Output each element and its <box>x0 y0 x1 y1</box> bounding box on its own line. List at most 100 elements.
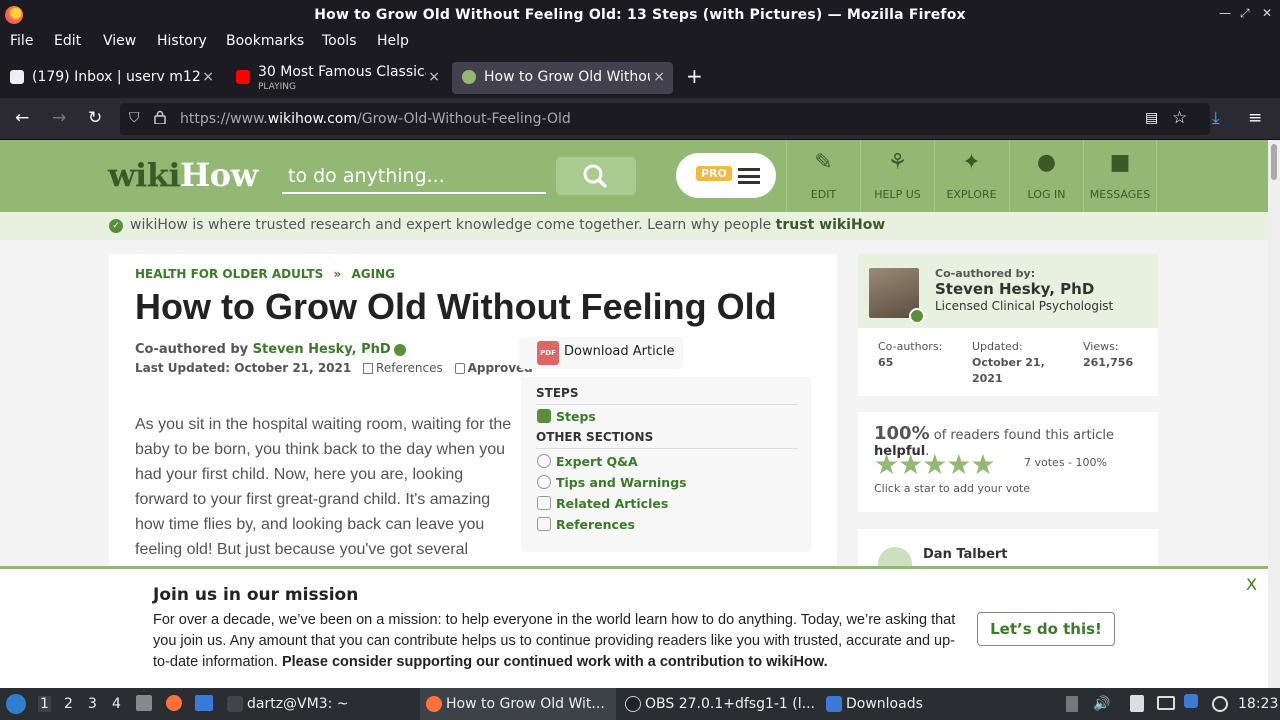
scrollbar-thumb[interactable] <box>1271 144 1277 180</box>
tab-wikihow[interactable]: How to Grow Old Without × <box>452 62 673 94</box>
workspace-2[interactable]: 2 <box>64 696 73 712</box>
display-icon[interactable] <box>1157 696 1175 710</box>
author-link[interactable]: Steven Hesky, PhD <box>253 342 391 357</box>
toc-item-expert-qa[interactable]: Expert Q&A <box>556 454 638 469</box>
breadcrumb-health[interactable]: HEALTH FOR OLDER ADULTS <box>135 267 323 281</box>
stat-label: Views: <box>1083 340 1119 353</box>
page-scrollbar[interactable] <box>1268 140 1280 688</box>
file-manager-icon[interactable] <box>136 695 152 711</box>
compass-icon: ✦ <box>962 150 981 175</box>
nav-log-in[interactable]: ● LOG IN <box>1009 140 1083 212</box>
app-label: dartz@VM3: ~ <box>247 696 349 712</box>
taskbar-app-terminal[interactable]: dartz@VM3: ~ <box>222 688 418 720</box>
tab-label: 30 Most Famous Classica <box>258 64 426 80</box>
tab-playing-label: PLAYING <box>258 82 296 92</box>
close-tab-icon[interactable]: × <box>653 69 665 85</box>
workspace-4[interactable]: 4 <box>112 696 121 712</box>
downloads-icon[interactable]: ⤓ <box>1212 108 1220 128</box>
firefox-launcher-icon[interactable] <box>166 695 182 711</box>
toc-item-steps[interactable]: Steps <box>556 409 596 424</box>
nav-edit[interactable]: ✎ EDIT <box>786 140 860 212</box>
minimize-button[interactable]: — <box>1219 6 1231 20</box>
warning-icon <box>537 475 551 489</box>
breadcrumb-aging[interactable]: AGING <box>351 267 395 281</box>
menu-help[interactable]: Help <box>377 33 409 49</box>
url-bar[interactable]: ⛉ https://www.wikihow.com/Grow-Old-Witho… <box>120 103 1210 135</box>
nav-help-us[interactable]: ⚘ HELP US <box>860 140 934 212</box>
back-button[interactable]: ← <box>15 108 29 128</box>
new-tab-button[interactable]: + <box>686 64 703 88</box>
bookmark-star-icon[interactable]: ☆ <box>1172 108 1187 128</box>
stat-value: 65 <box>878 356 894 369</box>
wikihow-logo[interactable]: wikiHow <box>108 156 258 194</box>
close-tab-icon[interactable]: × <box>202 69 214 85</box>
navigation-bar: ← → ↻ ⛉ https://www.wikihow.com/Grow-Old… <box>0 98 1280 140</box>
pdf-icon: PDF <box>537 341 559 365</box>
app-menu-icon[interactable]: ≡ <box>1248 108 1262 128</box>
menu-bookmarks[interactable]: Bookmarks <box>226 33 304 49</box>
donate-button[interactable]: Let’s do this! <box>977 612 1115 646</box>
lock-icon[interactable] <box>154 110 166 124</box>
update-icon[interactable] <box>1184 694 1198 708</box>
menu-edit[interactable]: Edit <box>54 33 81 49</box>
star-rating[interactable]: ★★★★★ <box>874 448 996 481</box>
network-icon[interactable] <box>1212 696 1228 712</box>
battery-icon[interactable] <box>1066 696 1078 712</box>
last-updated: Last Updated: October 21, 2021 Reference… <box>135 361 533 375</box>
toc-item-tips[interactable]: Tips and Warnings <box>556 475 687 490</box>
volume-icon[interactable]: 🔊 <box>1093 696 1110 712</box>
coauthor-name[interactable]: Steven Hesky, PhD <box>935 280 1094 298</box>
nav-label: EDIT <box>810 188 837 201</box>
menu-file[interactable]: File <box>10 33 33 49</box>
download-label: Download Article <box>564 344 675 359</box>
taskbar-app-obs[interactable]: OBS 27.0.1+dfsg1-1 (l... <box>620 688 816 720</box>
download-article-button[interactable]: PDF Download Article <box>519 337 683 369</box>
references-icon <box>537 517 551 531</box>
url-text[interactable]: https://www.wikihow.com/Grow-Old-Without… <box>180 111 571 127</box>
reader-view-icon[interactable]: ▤ <box>1145 110 1158 126</box>
trust-link[interactable]: trust wikiHow <box>776 217 886 233</box>
youtube-icon <box>236 70 250 84</box>
menu-view[interactable]: View <box>103 33 136 49</box>
search-icon <box>583 164 607 188</box>
trust-text: wikiHow is where trusted research and ex… <box>130 217 885 233</box>
search-button[interactable] <box>556 157 636 195</box>
toc-item-related[interactable]: Related Articles <box>556 496 668 511</box>
workspace-1[interactable]: 1 <box>38 696 51 712</box>
workspace-3[interactable]: 3 <box>88 696 97 712</box>
maximize-button[interactable]: ⤢ <box>1240 6 1250 21</box>
search-input[interactable]: to do anything... <box>282 160 546 194</box>
approved-check-icon <box>454 363 465 374</box>
forward-button[interactable]: → <box>52 108 66 128</box>
mission-banner: Join us in our mission For over a decade… <box>0 566 1268 688</box>
tab-youtube[interactable]: 30 Most Famous Classica PLAYING × <box>226 62 448 94</box>
question-icon <box>537 454 551 468</box>
taskbar-app-downloads[interactable]: Downloads <box>820 688 1016 720</box>
page-title: How to Grow Old Without Feeling Old <box>135 286 777 327</box>
author-avatar[interactable] <box>869 268 925 324</box>
toc-item-references[interactable]: References <box>556 517 635 532</box>
references-link[interactable]: References <box>376 361 443 375</box>
folder-icon <box>826 696 842 712</box>
taskbar-app-firefox[interactable]: How to Grow Old Wit... <box>420 688 616 720</box>
stat-updated: Updated: October 21, 2021 <box>972 339 1062 387</box>
logo-wiki: wiki <box>108 156 181 194</box>
start-menu-icon[interactable] <box>6 694 26 714</box>
menu-tools[interactable]: Tools <box>322 33 357 49</box>
close-tab-icon[interactable]: × <box>428 69 440 85</box>
shield-icon[interactable]: ⛉ <box>129 110 140 126</box>
desktop-icon[interactable] <box>195 695 213 711</box>
url-prefix: https://www. <box>180 111 268 127</box>
clipboard-icon[interactable] <box>1130 695 1144 712</box>
close-window-button[interactable]: ✕ <box>1262 6 1272 20</box>
url-domain: wikihow.com <box>267 111 357 127</box>
pro-menu-button[interactable]: PRO <box>676 153 776 198</box>
nav-explore[interactable]: ✦ EXPLORE <box>934 140 1008 212</box>
menu-history[interactable]: History <box>157 33 207 49</box>
nav-messages[interactable]: ■ MESSAGES <box>1083 140 1157 212</box>
title-bar: How to Grow Old Without Feeling Old: 13 … <box>0 0 1280 30</box>
check-icon: ✓ <box>109 219 123 233</box>
tab-inbox[interactable]: (179) Inbox | userv m123 × <box>0 62 222 94</box>
reload-button[interactable]: ↻ <box>88 108 102 128</box>
close-banner-button[interactable]: X <box>1246 575 1257 594</box>
